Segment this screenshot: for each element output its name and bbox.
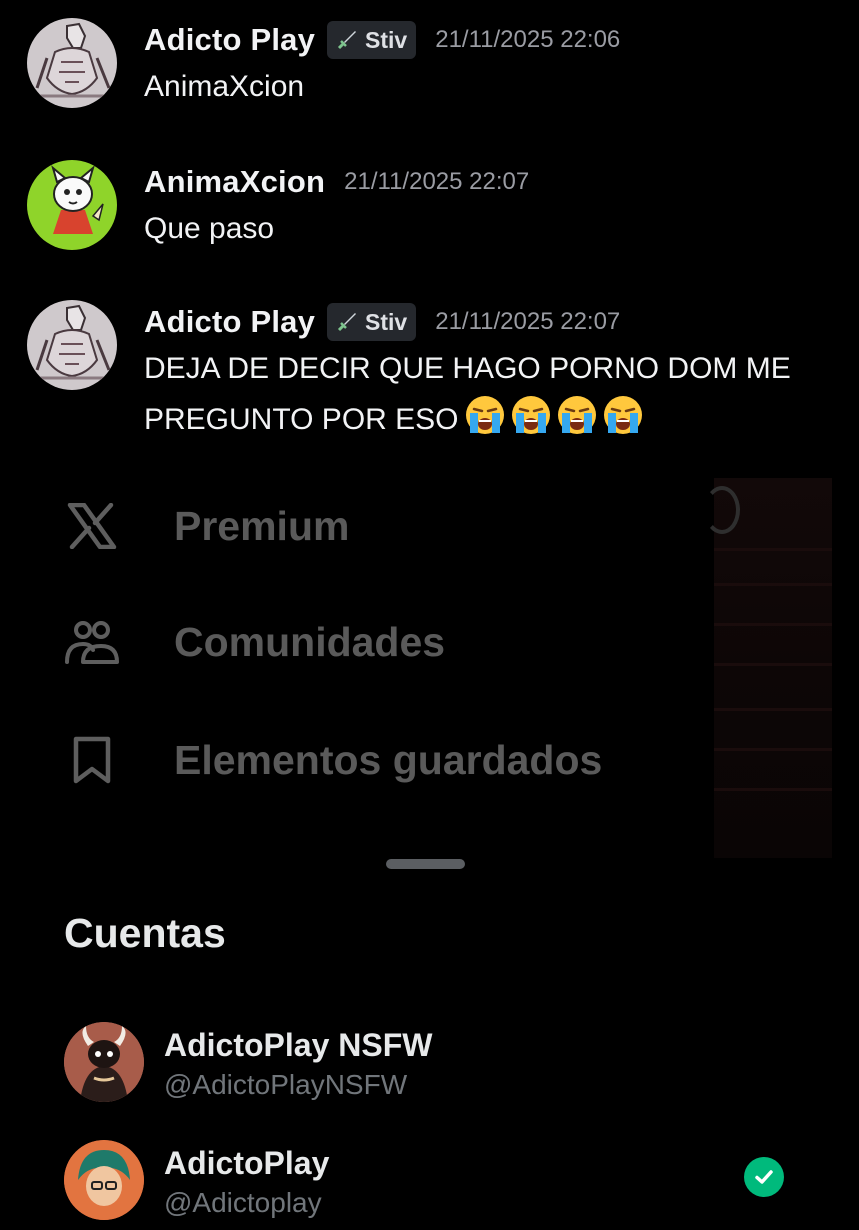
x-logo-icon [64,498,120,554]
role-tag-label: Stiv [365,26,408,53]
loudly-crying-face-icon [511,396,550,434]
role-tag-label: Stiv [365,308,408,335]
author-avatar[interactable] [27,300,117,390]
author-name[interactable]: Adicto Play [144,304,315,340]
account-handle: @AdictoPlayNSFW [164,1069,408,1100]
sword-icon [337,31,357,50]
message-text-block: DEJA DE DECIR QUE HAGO PORNO DOM ME PREG… [144,345,804,444]
drawer-item-label: Elementos guardados [174,736,603,783]
role-tag[interactable]: Stiv [327,21,417,59]
timestamp: 21/11/2025 22:07 [344,168,530,195]
account-avatar [64,1022,144,1102]
account-name: AdictoPlay [164,1145,330,1181]
role-tag[interactable]: Stiv [327,303,417,341]
timestamp: 21/11/2025 22:06 [435,26,621,53]
author-avatar[interactable] [27,160,117,250]
message-text: AnimaXcion [144,70,305,103]
author-name[interactable]: Adicto Play [144,22,315,58]
bookmark-icon [64,732,120,788]
accounts-title: Cuentas [64,910,226,956]
emoji-group [463,393,647,437]
drawer-item-premium[interactable]: Premium [64,498,349,554]
message-text: Que paso [144,212,275,245]
loudly-crying-face-icon [557,396,596,434]
author-name[interactable]: AnimaXcion [144,164,325,200]
background-page-strip [704,478,832,858]
sheet-drag-handle[interactable] [386,859,465,869]
account-item[interactable]: AdictoPlay NSFW @AdictoPlayNSFW [64,1022,844,1112]
drawer-item-label: Premium [174,502,350,549]
account-avatar [64,1140,144,1220]
check-icon [744,1157,784,1197]
drawer-item-elementos-guardados[interactable]: Elementos guardados [64,732,602,788]
people-icon [64,614,120,670]
loudly-crying-face-icon [465,396,504,434]
account-item[interactable]: AdictoPlay @Adictoplay [64,1140,844,1230]
loudly-crying-face-icon [603,396,642,434]
account-name: AdictoPlay NSFW [164,1027,433,1063]
sword-icon [337,313,357,332]
drawer-item-label: Comunidades [174,618,446,665]
drawer-item-comunidades[interactable]: Comunidades [64,614,445,670]
author-avatar[interactable] [27,18,117,108]
account-handle: @Adictoplay [164,1187,322,1218]
timestamp: 21/11/2025 22:07 [435,308,621,335]
